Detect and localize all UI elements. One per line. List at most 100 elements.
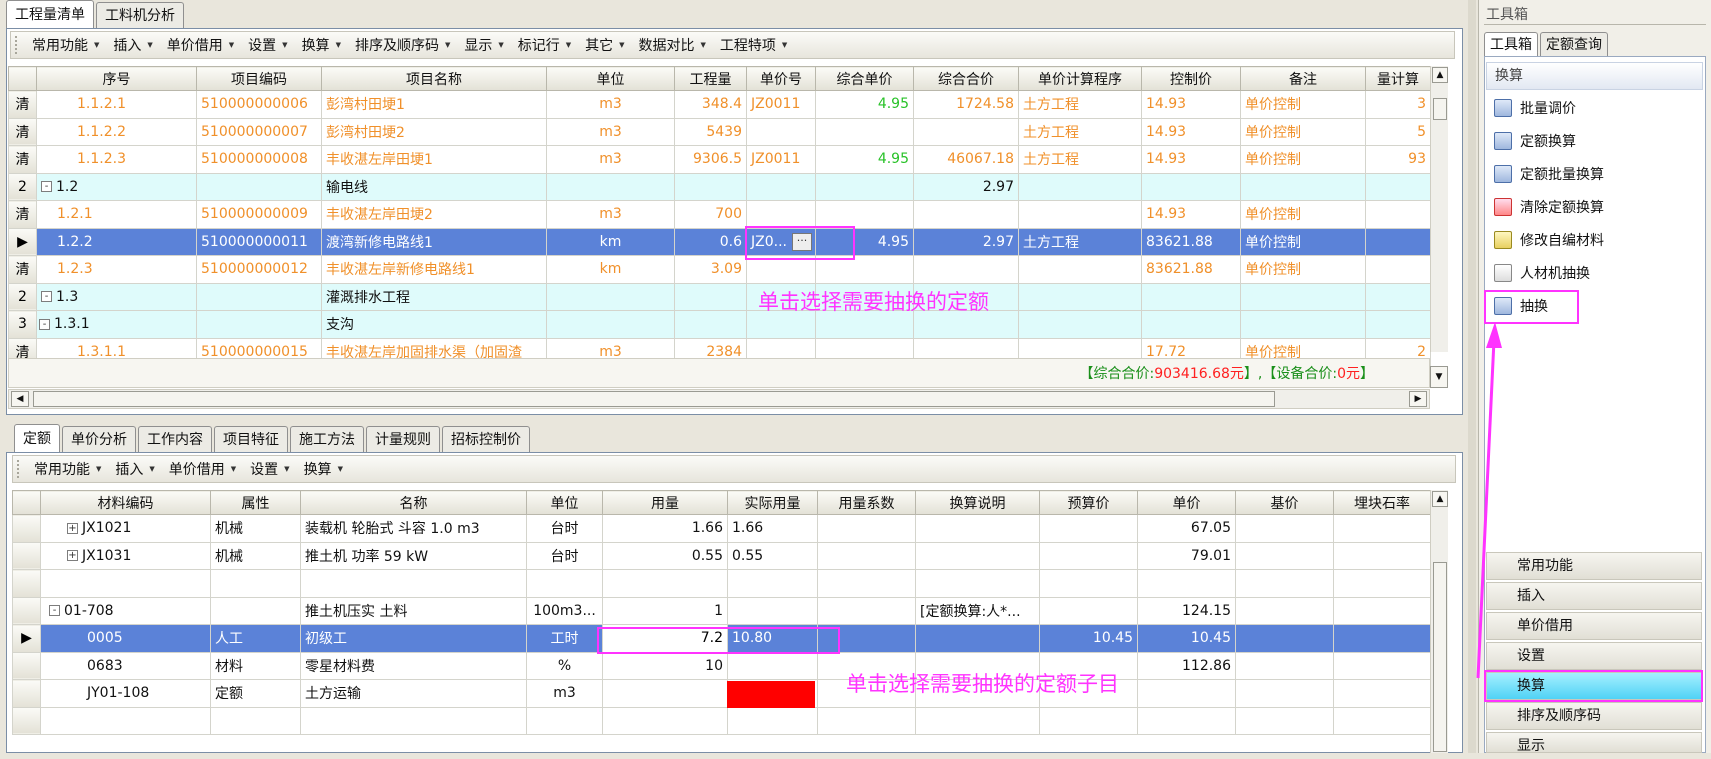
cell-ctrl[interactable]: 83621.88	[1141, 255, 1241, 284]
cell-pno[interactable]	[746, 117, 816, 146]
cell-ctrl[interactable]	[1141, 282, 1241, 311]
scroll-down-icon[interactable]: ▼	[1430, 366, 1448, 388]
row-header[interactable]: 2	[8, 282, 37, 311]
table-row[interactable]: + JX1021 机械 装载机 轮胎式 斗容 1.0 m3 台时 1.66 1.66 67.0…	[12, 514, 1431, 543]
cell-qty[interactable]	[674, 282, 747, 311]
cell-prog[interactable]: 土方工程	[1018, 145, 1142, 174]
table-row[interactable]	[12, 569, 1431, 598]
menu-mark-row[interactable]: 标记行	[511, 35, 578, 55]
cell-tp[interactable]	[913, 117, 1019, 146]
col-amount[interactable]: 用量	[602, 490, 728, 515]
cell-seq[interactable]: 1.1.2.2	[36, 117, 197, 146]
col-calc-program[interactable]: 单价计算程序	[1018, 66, 1142, 91]
cell-name[interactable]: 推土机 功率 59 kW	[300, 541, 527, 570]
menu-unit-price-borrow[interactable]: 单价借用	[160, 35, 241, 55]
cell-aqty[interactable]	[727, 569, 818, 598]
scroll-right-icon[interactable]: ▶	[1409, 391, 1427, 407]
cell-name[interactable]: 彭湾村田埂2	[321, 117, 547, 146]
row-header[interactable]: ▶	[8, 227, 37, 256]
col-unit-price[interactable]: 综合单价	[815, 66, 914, 91]
cell-unit[interactable]: m3	[546, 117, 675, 146]
row-header[interactable]	[12, 651, 41, 680]
cell-note[interactable]: 单价控制	[1240, 200, 1366, 229]
cell-name[interactable]: 彭湾村田埂1	[321, 90, 547, 119]
cell-seq[interactable]: -1.2	[36, 172, 197, 201]
tab-quota-query[interactable]: 定额查询	[1540, 32, 1608, 56]
cell-prog[interactable]	[1018, 282, 1142, 311]
cell-unit[interactable]: 工时	[526, 624, 603, 653]
menu-other[interactable]: 其它	[578, 35, 631, 55]
cell-tp[interactable]	[913, 200, 1019, 229]
cell-note[interactable]	[1240, 282, 1366, 311]
cell-code[interactable]: 510000000006	[196, 90, 322, 119]
cell-up[interactable]	[815, 117, 914, 146]
cell-rate[interactable]	[1333, 706, 1431, 735]
cell-code[interactable]: 510000000009	[196, 200, 322, 229]
cell-ctrl[interactable]: 14.93	[1141, 200, 1241, 229]
cell-rate[interactable]	[1333, 679, 1431, 708]
col-unit[interactable]: 单位	[526, 490, 603, 515]
cell-base[interactable]	[1235, 596, 1334, 625]
table-row[interactable]: 清 1.1.2.2 510000000007 彭湾村田埂2 m3 5439 土方工程 14.9…	[8, 117, 1431, 146]
cell-name[interactable]	[300, 569, 527, 598]
cell-price[interactable]: 79.01	[1137, 541, 1236, 570]
cell-unit[interactable]: km	[546, 255, 675, 284]
col-unit[interactable]: 单位	[546, 66, 675, 91]
cell-tp[interactable]: 2.97	[913, 227, 1019, 256]
tab-bill-of-quantities[interactable]: 工程量清单	[6, 0, 94, 28]
menu-common[interactable]: 常用功能	[27, 459, 108, 479]
cell-rate[interactable]	[1333, 541, 1431, 570]
cell-rate[interactable]	[1333, 651, 1431, 680]
scroll-left-icon[interactable]: ◀	[11, 391, 29, 407]
ellipsis-button[interactable]: ···	[792, 233, 812, 251]
cell-qty[interactable]: 0.55	[602, 541, 728, 570]
cell-qty[interactable]: 9306.5	[674, 145, 747, 174]
table-row[interactable]: 清 1.1.2.1 510000000006 彭湾村田埂1 m3 348.4 JZ0011 4…	[8, 90, 1431, 119]
expand-icon[interactable]: +	[67, 550, 78, 562]
cell-ctrl[interactable]: 83621.88	[1141, 227, 1241, 256]
cell-calc[interactable]: 93	[1365, 145, 1431, 174]
col-material-code[interactable]: 材料编码	[40, 490, 211, 515]
cell-coef[interactable]	[817, 569, 916, 598]
cell-attr[interactable]	[210, 596, 301, 625]
tab-material-analysis[interactable]: 工料机分析	[96, 2, 184, 28]
row-header[interactable]	[12, 541, 41, 570]
cell-qty[interactable]	[674, 172, 747, 201]
col-actual-amount[interactable]: 实际用量	[727, 490, 818, 515]
toolbox-batch-adjust[interactable]: 批量调价	[1494, 94, 1576, 122]
lower-vscroll[interactable]: ▲	[1430, 490, 1448, 753]
cell-unit[interactable]: m3	[546, 200, 675, 229]
cell-qty[interactable]: 1.66	[602, 514, 728, 543]
cell-desc[interactable]	[915, 706, 1040, 735]
cell-up[interactable]: 4.95	[815, 90, 914, 119]
cell-note[interactable]: 单价控制	[1240, 227, 1366, 256]
cell-price[interactable]: 10.45	[1137, 624, 1236, 653]
cell-desc[interactable]	[915, 514, 1040, 543]
cell-name[interactable]	[300, 706, 527, 735]
cell-name[interactable]: 初级工	[300, 624, 527, 653]
cell-price[interactable]: 124.15	[1137, 596, 1236, 625]
cell-ctrl[interactable]	[1141, 310, 1241, 339]
cell-calc[interactable]	[1365, 282, 1431, 311]
cell-base[interactable]	[1235, 569, 1334, 598]
col-budget-price[interactable]: 预算价	[1039, 490, 1138, 515]
cell-qty[interactable]: 700	[674, 200, 747, 229]
cell-qty[interactable]: 0.6	[674, 227, 747, 256]
tab-unit-analysis[interactable]: 单价分析	[62, 426, 136, 452]
cell-calc[interactable]	[1365, 227, 1431, 256]
cell-up[interactable]	[815, 200, 914, 229]
col-price[interactable]: 单价	[1137, 490, 1236, 515]
cell-unit[interactable]	[526, 706, 603, 735]
tab-work-content[interactable]: 工作内容	[138, 426, 212, 452]
cell-unit[interactable]: 100m3...	[526, 596, 603, 625]
row-header[interactable]: 3	[8, 310, 37, 339]
collapse-icon[interactable]: -	[39, 318, 50, 330]
cell-ctrl[interactable]	[1141, 172, 1241, 201]
table-row[interactable]: + JX1031 机械 推土机 功率 59 kW 台时 0.55 0.55 79.01	[12, 541, 1431, 570]
cell-seq[interactable]: 1.2.1	[36, 200, 197, 229]
cell-rate[interactable]	[1333, 514, 1431, 543]
scroll-up-icon[interactable]: ▲	[1432, 491, 1448, 507]
cell-calc[interactable]	[1365, 255, 1431, 284]
col-base-price[interactable]: 基价	[1235, 490, 1334, 515]
cell-qty[interactable]	[602, 679, 728, 708]
